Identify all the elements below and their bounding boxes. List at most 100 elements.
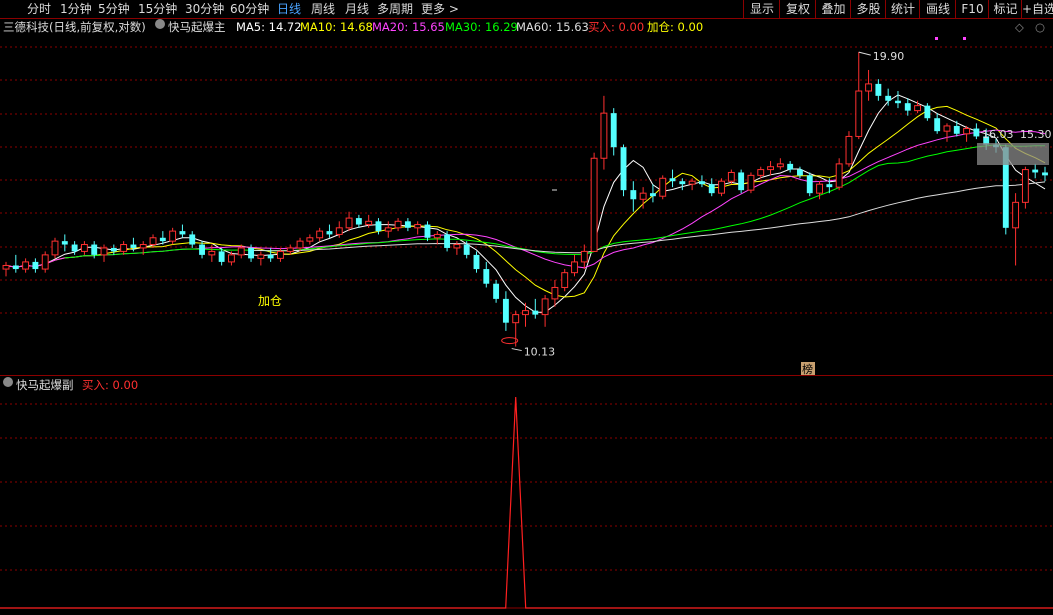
candle — [355, 214, 362, 228]
period-tab-6[interactable]: 日线 — [277, 0, 301, 18]
toolbar-button-7[interactable]: 标记 — [988, 0, 1022, 18]
candle-body — [326, 231, 333, 235]
candle — [1021, 166, 1029, 209]
candle — [1042, 166, 1048, 182]
period-tab-0[interactable]: 分时 — [27, 0, 51, 18]
toolbar-button-0[interactable]: 显示 — [743, 0, 780, 18]
candle-body — [963, 128, 971, 135]
candle-body — [296, 240, 304, 249]
candle — [483, 261, 490, 288]
low-pointer — [511, 348, 522, 352]
candle-body — [179, 231, 186, 235]
candle — [433, 231, 441, 245]
price-label-1: 16.03 — [982, 128, 1014, 141]
period-tab-4[interactable]: 30分钟 — [185, 0, 224, 18]
toolbar-button-1[interactable]: 复权 — [779, 0, 816, 18]
toolbar-button-4[interactable]: 统计 — [885, 0, 920, 18]
toolbar-button-3[interactable]: 多股 — [850, 0, 886, 18]
candle — [1012, 193, 1020, 266]
close-icon[interactable]: ○ — [1035, 19, 1045, 35]
period-tab-9[interactable]: 多周期 — [377, 0, 413, 18]
candle — [973, 123, 980, 140]
candle-body — [914, 105, 922, 112]
candle-body — [934, 118, 941, 132]
diamond-icon[interactable]: ◇ — [1015, 19, 1024, 35]
candle — [855, 52, 863, 140]
collapse-icon[interactable] — [155, 19, 165, 29]
candle-body — [757, 169, 765, 176]
ma30-value: MA30: 16.29 — [445, 20, 518, 34]
candle-body — [149, 237, 157, 246]
candle — [767, 161, 774, 176]
ma10-line — [5, 105, 1046, 298]
candle-body — [218, 251, 225, 262]
candle — [110, 244, 117, 255]
sub-collapse-icon[interactable] — [3, 377, 13, 387]
high-price-label: 19.90 — [873, 50, 905, 63]
period-tab-7[interactable]: 周线 — [311, 0, 335, 18]
candle-body — [708, 184, 715, 194]
toolbar-button-5[interactable]: 画线 — [919, 0, 956, 18]
candle — [630, 181, 637, 212]
candle-body — [12, 265, 19, 270]
candle-body — [91, 244, 98, 255]
candle-body — [630, 190, 637, 200]
candle-body — [816, 183, 823, 194]
candle-body — [571, 261, 578, 274]
candle-body — [600, 112, 608, 159]
period-toolbar: 分时 1分钟 5分钟 15分钟 30分钟 60分钟 日线 周线 月线 多周期 更多 > 显示 复权 叠加… — [0, 0, 1053, 19]
period-tab-8[interactable]: 月线 — [345, 0, 369, 18]
period-tab-10[interactable]: 更多 > — [421, 0, 459, 18]
low-price-label: 10.13 — [524, 346, 556, 359]
candle — [199, 241, 205, 259]
candle — [306, 234, 314, 245]
toolbar-button-8[interactable]: +自选 — [1021, 0, 1053, 18]
ma20-value: MA20: 15.65 — [372, 20, 445, 34]
candle-body — [551, 286, 559, 300]
candle — [179, 224, 186, 238]
candle-body — [139, 244, 147, 249]
period-tab-5[interactable]: 60分钟 — [230, 0, 269, 18]
candle-body — [414, 224, 422, 229]
candle-body — [130, 244, 137, 248]
main-kline-chart[interactable]: 19.90 10.13 加仓榜 16.03 15.30 — [0, 35, 1053, 375]
candle — [12, 254, 19, 273]
candle — [669, 169, 676, 188]
period-tab-3[interactable]: 15分钟 — [138, 0, 177, 18]
candle — [904, 98, 911, 116]
period-tab-2[interactable]: 5分钟 — [98, 0, 130, 18]
candle-body — [1012, 201, 1020, 229]
candle-body — [248, 247, 254, 259]
candle — [845, 131, 853, 167]
candle — [41, 251, 49, 273]
candle — [257, 251, 265, 266]
candle-body — [2, 264, 10, 270]
buy-value: 买入: 0.00 — [588, 20, 645, 34]
candle — [757, 166, 765, 179]
candle — [444, 231, 451, 252]
price-label-2: 15.30 — [1020, 128, 1052, 141]
toolbar-button-6[interactable]: F10 — [955, 0, 989, 18]
main-indicator-name[interactable]: 快马起爆主 — [168, 19, 226, 35]
sub-indicator-chart[interactable] — [0, 393, 1053, 615]
period-tab-1[interactable]: 1分钟 — [60, 0, 92, 18]
candle — [189, 231, 196, 248]
candle — [326, 224, 333, 238]
candle-body — [590, 157, 598, 252]
ma30-line — [64, 144, 1045, 259]
toolbar-button-2[interactable]: 叠加 — [815, 0, 851, 18]
candle-body — [159, 237, 166, 242]
candle-body — [444, 234, 451, 248]
candle-body — [1021, 169, 1029, 203]
candle — [865, 69, 873, 101]
candle-body — [679, 181, 686, 185]
candle-body — [424, 224, 431, 238]
candle-body — [316, 230, 324, 239]
candle-body — [512, 314, 520, 324]
ma5-value: MA5: 14.72 — [236, 20, 302, 34]
price-box — [977, 143, 1049, 165]
candle-body — [110, 247, 117, 252]
candle-body — [61, 241, 68, 245]
sub-indicator-name[interactable]: 快马起爆副 — [16, 377, 74, 393]
candle — [924, 103, 931, 121]
